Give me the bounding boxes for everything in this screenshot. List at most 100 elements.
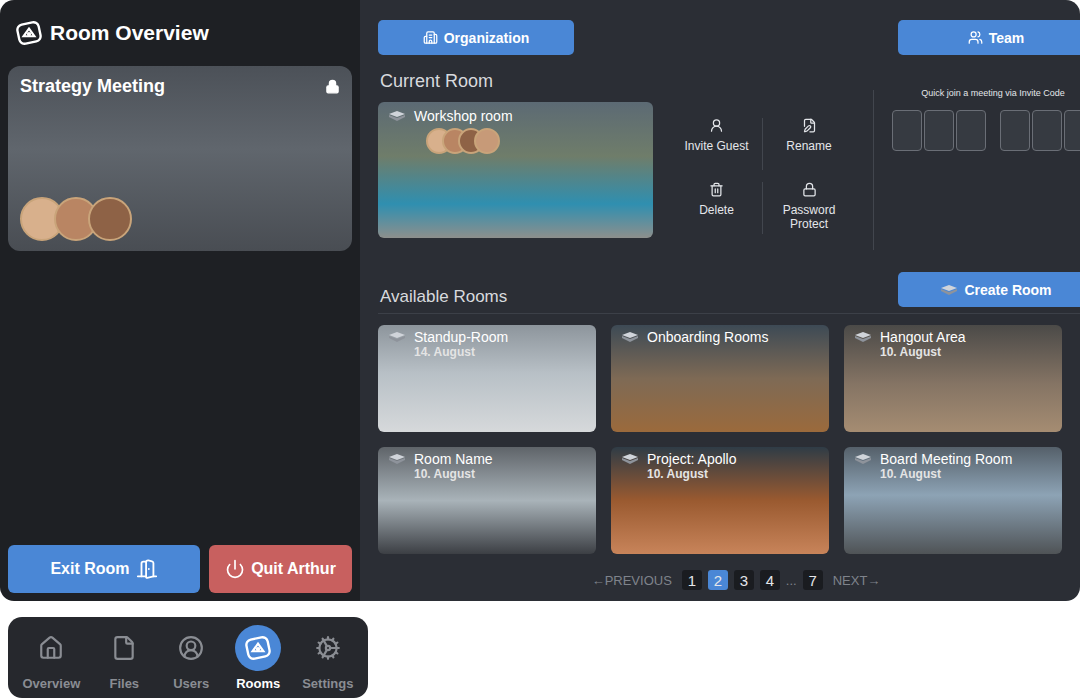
logo-icon	[245, 635, 271, 661]
page-button[interactable]: 7	[803, 570, 823, 590]
current-room-card[interactable]: Workshop room	[378, 102, 653, 238]
active-room-top: Strategy Meeting	[20, 76, 340, 97]
header: Room Overview	[8, 0, 352, 66]
room-icon	[621, 453, 639, 465]
nav-icon-wrap	[28, 625, 74, 671]
page-button[interactable]: 3	[734, 570, 754, 590]
nav-icon-wrap	[101, 625, 147, 671]
building-icon	[423, 30, 438, 45]
nav-label: Rooms	[236, 676, 280, 691]
room-icon	[940, 284, 958, 296]
room-card[interactable]: Onboarding Rooms	[611, 325, 829, 432]
lock-icon	[325, 79, 340, 94]
participant-avatar	[88, 197, 132, 241]
ellipsis: ...	[786, 573, 797, 588]
room-title: Hangout Area	[854, 329, 1052, 345]
exit-room-button[interactable]: Exit Room	[8, 545, 200, 593]
next-link[interactable]: NEXT→	[829, 573, 885, 588]
nav-label: Users	[173, 676, 209, 691]
room-grid: Standup-Room14. August Onboarding Rooms Ha…	[378, 325, 1080, 554]
quit-button[interactable]: Quit Arthur	[209, 545, 352, 593]
code-box[interactable]	[924, 110, 954, 151]
nav-item[interactable]: Overview	[22, 625, 80, 691]
exit-icon	[136, 558, 158, 580]
nav-icon-wrap	[168, 625, 214, 671]
room-card[interactable]: Standup-Room14. August	[378, 325, 596, 432]
room-icon	[388, 453, 406, 465]
action-icon	[802, 182, 817, 197]
code-box[interactable]	[892, 110, 922, 151]
action-icon	[709, 182, 724, 197]
nav-item[interactable]: Files	[101, 625, 147, 691]
current-room-title: Workshop room	[388, 108, 643, 124]
room-date: 10. August	[388, 467, 586, 481]
code-box[interactable]	[1000, 110, 1030, 151]
room-action[interactable]: Invite Guest	[671, 118, 763, 170]
previous-link[interactable]: ←PREVIOUS	[588, 573, 676, 588]
quick-join: Quick join a meeting via Invite Code	[892, 88, 1080, 151]
logo-icon	[16, 20, 42, 46]
page: Room OverviewStrategy MeetingExit RoomQu…	[0, 0, 1088, 698]
nav-icon-wrap	[235, 625, 281, 671]
team-button[interactable]: Team	[898, 20, 1080, 55]
room-icon	[388, 331, 406, 343]
pagination: ←PREVIOUS 1234... 7 NEXT→	[378, 570, 1080, 590]
nav-label: Overview	[22, 676, 80, 691]
nav-icon	[178, 635, 204, 661]
current-participants	[426, 128, 643, 154]
room-icon	[854, 331, 872, 343]
right-panel: OrganizationTeamCurrent RoomWorkshop roo…	[360, 0, 1080, 601]
nav-item[interactable]: Settings	[302, 625, 353, 691]
nav-icon	[111, 635, 137, 661]
page-button[interactable]: 2	[708, 570, 728, 590]
page-button[interactable]: 1	[682, 570, 702, 590]
team-icon	[968, 30, 983, 45]
room-action[interactable]: Rename	[763, 118, 855, 170]
room-date: 10. August	[854, 467, 1052, 481]
room-card[interactable]: Room Name10. August	[378, 447, 596, 554]
code-box[interactable]	[956, 110, 986, 151]
code-group	[892, 110, 986, 151]
room-title: Onboarding Rooms	[621, 329, 819, 345]
room-title: Project: Apollo	[621, 451, 819, 467]
code-box[interactable]	[1064, 110, 1080, 151]
room-card[interactable]: Project: Apollo10. August	[611, 447, 829, 554]
participants	[20, 197, 340, 241]
page-button[interactable]: 4	[760, 570, 780, 590]
quick-join-label: Quick join a meeting via Invite Code	[921, 88, 1065, 98]
nav-icon	[315, 635, 341, 661]
code-box[interactable]	[1032, 110, 1062, 151]
room-action[interactable]: Password Protect	[763, 182, 855, 234]
room-date: 10. August	[621, 467, 819, 481]
room-title: Room Name	[388, 451, 586, 467]
top-bar: Organization Team	[378, 20, 1080, 55]
divider	[873, 90, 874, 250]
left-buttons: Exit RoomQuit Arthur	[8, 545, 352, 593]
active-room-title: Strategy Meeting	[20, 76, 165, 97]
nav-icon-wrap	[305, 625, 351, 671]
room-icon	[854, 453, 872, 465]
organization-button[interactable]: Organization	[378, 20, 574, 55]
main-panel: Room OverviewStrategy MeetingExit RoomQu…	[0, 0, 1080, 601]
room-date	[621, 345, 819, 359]
room-date: 14. August	[388, 345, 586, 359]
nav-label: Files	[109, 676, 139, 691]
room-action[interactable]: Delete	[671, 182, 763, 234]
header-title: Room Overview	[50, 21, 209, 45]
available-label: Available Rooms	[378, 287, 507, 307]
create-room-button[interactable]: Create Room	[898, 272, 1080, 307]
bottom-nav: Overview Files Users Rooms Settings	[8, 617, 368, 698]
active-room-card[interactable]: Strategy Meeting	[8, 66, 352, 251]
room-date: 10. August	[854, 345, 1052, 359]
room-title: Standup-Room	[388, 329, 586, 345]
nav-item[interactable]: Users	[168, 625, 214, 691]
code-group	[1000, 110, 1080, 151]
nav-label: Settings	[302, 676, 353, 691]
room-card[interactable]: Board Meeting Room10. August	[844, 447, 1062, 554]
left-panel: Room Overview Strategy Meeting Exit RoomQu…	[0, 0, 360, 601]
room-card[interactable]: Hangout Area10. August	[844, 325, 1062, 432]
current-room-row: Workshop room Invite GuestRenameDeletePas…	[378, 102, 1080, 250]
nav-item[interactable]: Rooms	[235, 625, 281, 691]
nav-icon	[38, 635, 64, 661]
room-title: Board Meeting Room	[854, 451, 1052, 467]
